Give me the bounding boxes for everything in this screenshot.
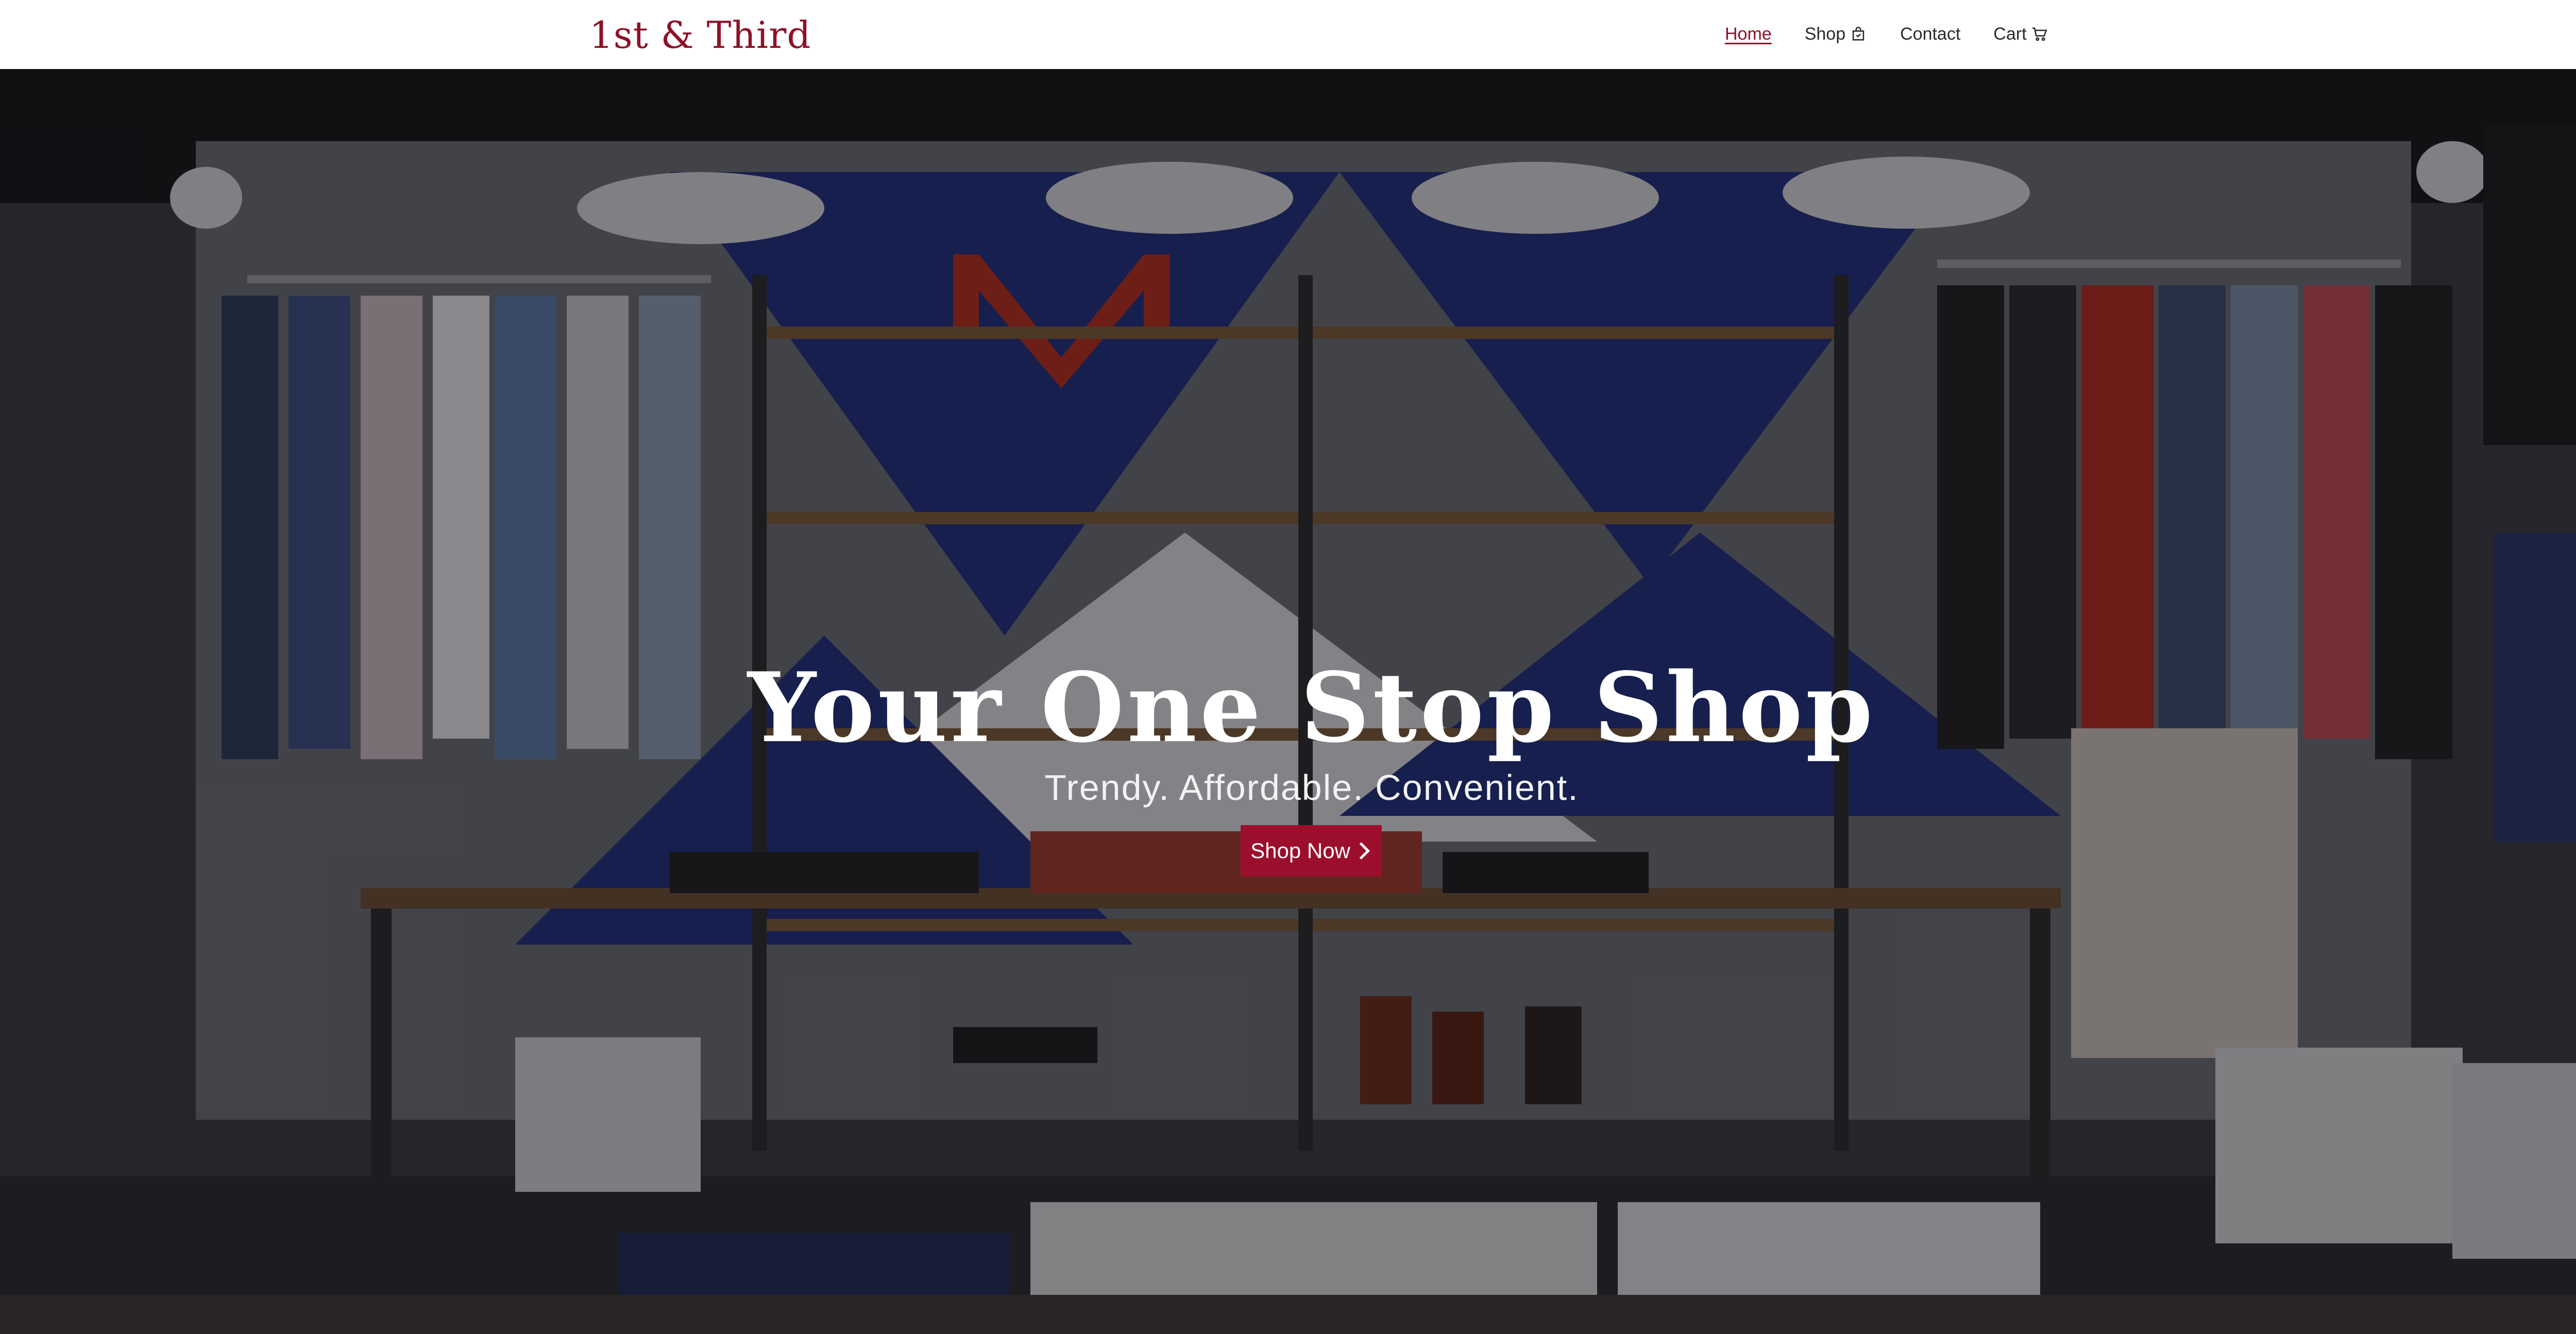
chevron-right-icon [1357,841,1372,861]
nav-home-label: Home [1725,24,1772,44]
nav-cart-label: Cart [1993,24,2027,44]
site-header: 1st & Third Home Shop Contact Cart [0,0,2576,69]
nav-shop[interactable]: Shop [1805,24,1867,44]
nav-shop-label: Shop [1804,24,1846,44]
nav-contact-label: Contact [1900,24,1961,44]
main-nav: Home Shop Contact Cart [1725,20,2048,48]
shop-now-button[interactable]: Shop Now [1241,825,1382,877]
hero-subtitle: Trendy. Affordable. Convenient. [1044,767,1579,808]
shop-now-label: Shop Now [1250,839,1350,863]
nav-contact[interactable]: Contact [1900,24,1960,44]
shopping-bag-icon [1850,25,1867,43]
hero-title: Your One Stop Shop [748,651,1876,764]
cart-icon [2031,25,2048,43]
brand-logo[interactable]: 1st & Third [589,9,811,61]
nav-home[interactable]: Home [1725,24,1772,44]
nav-cart[interactable]: Cart [1993,24,2048,44]
hero-section: Your One Stop Shop Trendy. Affordable. C… [0,69,2576,1334]
